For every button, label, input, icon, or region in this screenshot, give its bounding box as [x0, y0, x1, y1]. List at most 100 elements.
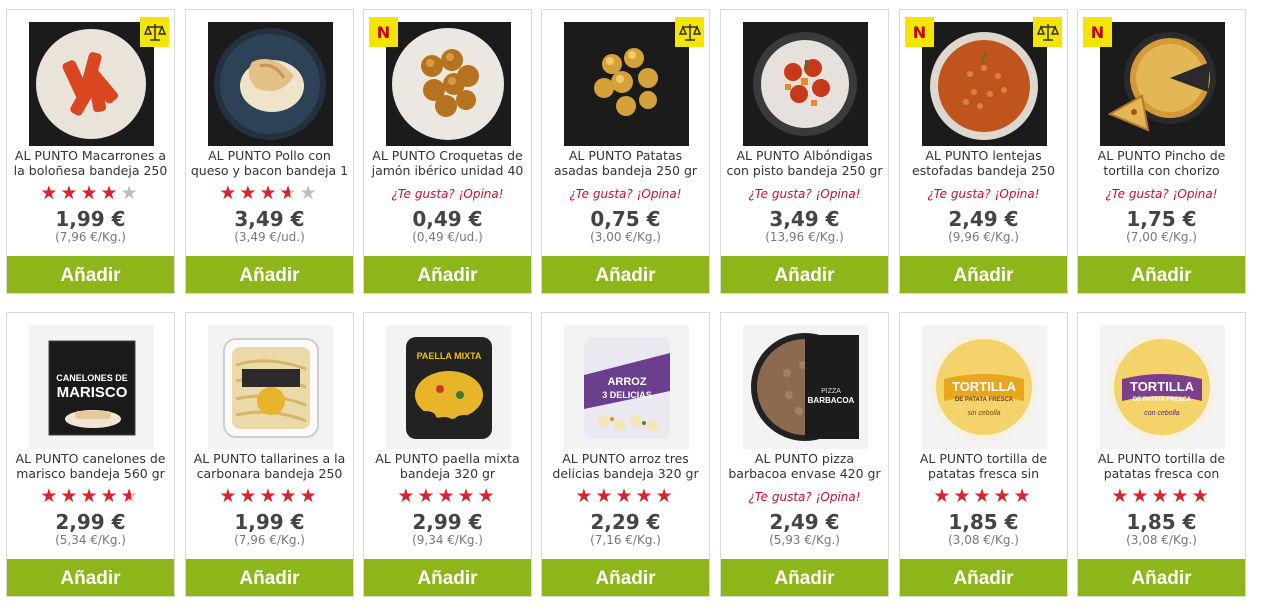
product-image[interactable] — [208, 325, 333, 449]
package-label: 3 DELICIAS — [602, 390, 652, 400]
product-name[interactable]: AL PUNTO lentejas estofadas bandeja 250 — [904, 148, 1063, 180]
product-grid: AL PUNTO Macarrones a la boloñesa bandej… — [0, 0, 1263, 611]
product-card[interactable]: TORTILLA DE PATATA FRESCA con cebolla AL P… — [1077, 312, 1246, 597]
new-badge: N — [1083, 17, 1112, 47]
product-name[interactable]: AL PUNTO canelones de marisco bandeja 56… — [11, 451, 170, 483]
package-label: ARROZ — [607, 376, 646, 388]
rating-stars[interactable]: ★★★★★ — [900, 485, 1067, 507]
add-to-cart-button[interactable]: Añadir — [900, 559, 1067, 596]
product-name[interactable]: AL PUNTO tallarines a la carbonara bande… — [190, 451, 349, 483]
unit-price: (5,34 €/Kg.) — [55, 533, 126, 547]
product-image[interactable] — [29, 22, 154, 146]
product-price: 2,49 € — [948, 207, 1019, 231]
product-name[interactable]: AL PUNTO Pollo con queso y bacon bandeja… — [190, 148, 349, 180]
product-card[interactable]: N AL PUNTO Croquetas de jamón ibérico un… — [363, 9, 532, 294]
product-price: 2,29 € — [590, 510, 661, 534]
product-image[interactable]: PIZZA BARBACOA — [743, 325, 868, 449]
product-name[interactable]: AL PUNTO Pincho de tortilla con chorizo — [1082, 148, 1241, 180]
add-to-cart-button[interactable]: Añadir — [900, 256, 1067, 293]
product-name[interactable]: AL PUNTO arroz tres delicias bandeja 320… — [546, 451, 705, 483]
package-label: PIZZA — [821, 388, 841, 395]
add-to-cart-button[interactable]: Añadir — [542, 559, 709, 596]
package-label: TORTILLA — [952, 379, 1017, 394]
rate-prompt-link[interactable]: ¿Te gusta? ¡Opina! — [721, 187, 888, 201]
product-name[interactable]: AL PUNTO tortilla de patatas fresca con — [1082, 451, 1241, 483]
unit-price: (7,96 €/Kg.) — [234, 533, 305, 547]
product-price: 2,49 € — [769, 510, 840, 534]
product-image[interactable]: TORTILLA DE PATATA FRESCA con cebolla — [1100, 325, 1225, 449]
product-name[interactable]: AL PUNTO Patatas asadas bandeja 250 gr — [546, 148, 705, 180]
unit-price: (7,16 €/Kg.) — [590, 533, 661, 547]
product-card[interactable]: AL PUNTO Macarrones a la boloñesa bandej… — [6, 9, 175, 294]
add-to-cart-button[interactable]: Añadir — [542, 256, 709, 293]
package-label: CANELONES DE — [56, 373, 128, 383]
product-card[interactable]: PAELLA MIXTA AL PUNTO paella mixta bande… — [363, 312, 532, 597]
rating-stars[interactable]: ★★★★★ — [1078, 485, 1245, 507]
product-image[interactable] — [743, 22, 868, 146]
rating-stars[interactable]: ★★★★★ — [186, 182, 353, 204]
rate-prompt-link[interactable]: ¿Te gusta? ¡Opina! — [721, 490, 888, 504]
product-name[interactable]: AL PUNTO Macarrones a la boloñesa bandej… — [11, 148, 170, 180]
product-image[interactable]: CANELONES DE MARISCO — [29, 325, 154, 449]
product-image[interactable] — [922, 22, 1047, 146]
unit-price: (9,96 €/Kg.) — [948, 230, 1019, 244]
rating-stars[interactable]: ★★★★★ — [542, 485, 709, 507]
add-to-cart-button[interactable]: Añadir — [721, 559, 888, 596]
product-name[interactable]: AL PUNTO Albóndigas con pisto bandeja 25… — [725, 148, 884, 180]
rate-prompt-link[interactable]: ¿Te gusta? ¡Opina! — [900, 187, 1067, 201]
add-to-cart-button[interactable]: Añadir — [364, 559, 531, 596]
product-card[interactable]: AL PUNTO Patatas asadas bandeja 250 gr ¿… — [541, 9, 710, 294]
product-name[interactable]: AL PUNTO pizza barbacoa envase 420 gr — [725, 451, 884, 483]
package-label: DE PATATA FRESCA — [1133, 397, 1192, 403]
product-image[interactable] — [1100, 22, 1225, 146]
product-image[interactable] — [564, 22, 689, 146]
rating-stars[interactable]: ★★★★★ — [186, 485, 353, 507]
product-card[interactable]: CANELONES DE MARISCO AL PUNTO canelones d… — [6, 312, 175, 597]
rate-prompt-link[interactable]: ¿Te gusta? ¡Opina! — [364, 187, 531, 201]
product-name[interactable]: AL PUNTO Croquetas de jamón ibérico unid… — [368, 148, 527, 180]
product-name[interactable]: AL PUNTO paella mixta bandeja 320 gr — [368, 451, 527, 483]
add-to-cart-button[interactable]: Añadir — [1078, 256, 1245, 293]
package-label: PAELLA MIXTA — [417, 351, 482, 361]
product-price: 1,85 € — [948, 510, 1019, 534]
add-to-cart-button[interactable]: Añadir — [721, 256, 888, 293]
product-price: 1,75 € — [1126, 207, 1197, 231]
product-card[interactable]: N AL PUNTO Pincho de tortilla con choriz… — [1077, 9, 1246, 294]
rating-stars[interactable]: ★★★★★ — [364, 485, 531, 507]
product-card[interactable]: N AL PUNTO lentejas estofadas bandeja 25… — [899, 9, 1068, 294]
add-to-cart-button[interactable]: Añadir — [186, 256, 353, 293]
product-card[interactable]: PIZZA BARBACOA AL PUNTO pizza barbacoa en… — [720, 312, 889, 597]
product-image[interactable] — [386, 22, 511, 146]
product-name[interactable]: AL PUNTO tortilla de patatas fresca sin — [904, 451, 1063, 483]
add-to-cart-button[interactable]: Añadir — [186, 559, 353, 596]
new-badge: N — [369, 17, 398, 47]
package-label: con cebolla — [1144, 410, 1180, 417]
package-label: BARBACOA — [808, 396, 855, 405]
weight-scale-badge — [675, 17, 704, 47]
add-to-cart-button[interactable]: Añadir — [7, 559, 174, 596]
product-image[interactable]: ARROZ 3 DELICIAS — [564, 325, 689, 449]
unit-price: (13,96 €/Kg.) — [765, 230, 844, 244]
rate-prompt-link[interactable]: ¿Te gusta? ¡Opina! — [542, 187, 709, 201]
product-card[interactable]: AL PUNTO Albóndigas con pisto bandeja 25… — [720, 9, 889, 294]
add-to-cart-button[interactable]: Añadir — [364, 256, 531, 293]
product-card[interactable]: AL PUNTO Pollo con queso y bacon bandeja… — [185, 9, 354, 294]
product-image[interactable]: TORTILLA DE PATATA FRESCA sin cebolla — [922, 325, 1047, 449]
unit-price: (7,96 €/Kg.) — [55, 230, 126, 244]
rating-stars[interactable]: ★★★★★ — [7, 485, 174, 507]
product-price: 0,75 € — [590, 207, 661, 231]
product-card[interactable]: TORTILLA DE PATATA FRESCA sin cebolla AL P… — [899, 312, 1068, 597]
product-price: 3,49 € — [769, 207, 840, 231]
rating-stars[interactable]: ★★★★★ — [7, 182, 174, 204]
product-card[interactable]: ARROZ 3 DELICIAS AL PUNTO arroz tres deli… — [541, 312, 710, 597]
rate-prompt-link[interactable]: ¿Te gusta? ¡Opina! — [1078, 187, 1245, 201]
product-card[interactable]: AL PUNTO tallarines a la carbonara bande… — [185, 312, 354, 597]
unit-price: (9,34 €/Kg.) — [412, 533, 483, 547]
product-image[interactable]: PAELLA MIXTA — [386, 325, 511, 449]
product-image[interactable] — [208, 22, 333, 146]
product-price: 3,49 € — [234, 207, 305, 231]
unit-price: (5,93 €/Kg.) — [769, 533, 840, 547]
add-to-cart-button[interactable]: Añadir — [7, 256, 174, 293]
add-to-cart-button[interactable]: Añadir — [1078, 559, 1245, 596]
product-price: 2,99 € — [55, 510, 126, 534]
